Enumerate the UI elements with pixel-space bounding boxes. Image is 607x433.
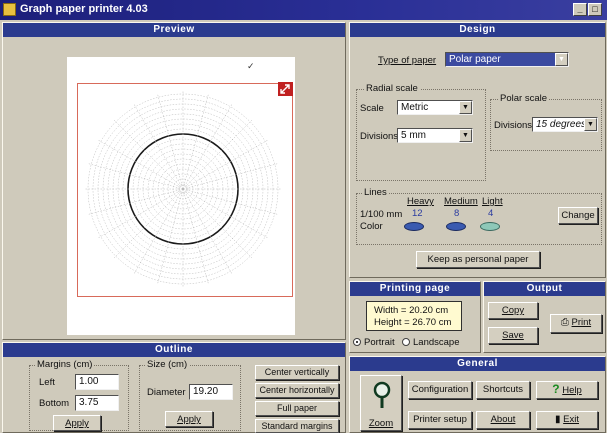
configuration-button[interactable]: Configuration — [408, 381, 472, 399]
page-width: Width = 20.20 cm — [374, 305, 449, 316]
light-color-swatch[interactable] — [480, 222, 500, 231]
exit-button[interactable]: ▮ Exit — [536, 411, 598, 429]
polar-grid-preview — [85, 91, 281, 287]
app-icon — [3, 3, 16, 16]
heavy-value[interactable]: 12 — [412, 208, 423, 219]
polar-divisions-select[interactable]: 15 degrees ▼ — [532, 117, 598, 132]
zoom-button[interactable]: Zoom — [360, 375, 402, 431]
copy-button[interactable]: Copy — [488, 302, 538, 319]
type-of-paper-label: Type of paper — [378, 55, 437, 66]
maximize-button[interactable]: □ — [588, 3, 602, 16]
preview-panel: Preview ✓ — [2, 22, 346, 340]
bottom-margin-input[interactable]: 3.75 — [75, 395, 119, 411]
standard-margins-button[interactable]: Standard margins — [255, 419, 339, 433]
magnifier-icon — [373, 381, 391, 408]
margins-label: Margins (cm) — [35, 359, 95, 370]
medium-color-swatch[interactable] — [446, 222, 466, 231]
output-panel: Output Copy Save ⎙ Print — [483, 281, 606, 353]
printer-icon: ⎙ — [560, 317, 569, 328]
chevron-down-icon: ▼ — [584, 118, 597, 131]
paper-type-select[interactable]: Polar paper ▼ — [445, 52, 569, 67]
light-label: Light — [482, 196, 503, 207]
chevron-down-icon: ▼ — [459, 129, 472, 142]
bottom-margin-label: Bottom — [39, 398, 70, 409]
printing-page-panel: Printing page Width = 20.20 cm Height = … — [349, 281, 481, 353]
general-panel: General Zoom Configuration Shortcuts ? H… — [349, 356, 606, 433]
heavy-label: Heavy — [407, 196, 434, 207]
design-panel: Design Type of paper Polar paper ▼ Radia… — [349, 22, 606, 278]
scale-select[interactable]: Metric ▼ — [397, 100, 473, 115]
center-vertically-button[interactable]: Center vertically — [255, 365, 339, 380]
chevron-down-icon: ▼ — [555, 53, 568, 66]
general-header: General — [350, 357, 605, 371]
apply-margins-button[interactable]: Apply — [53, 415, 101, 431]
polar-divisions-label: Divisions — [494, 120, 533, 131]
color-label: Color — [360, 221, 383, 232]
print-button[interactable]: ⎙ Print — [550, 314, 602, 333]
about-button[interactable]: About — [476, 411, 530, 429]
outline-panel: Outline Margins (cm) Left 1.00 Bottom 3.… — [2, 342, 346, 433]
apply-size-button[interactable]: Apply — [165, 411, 213, 427]
preview-mark: ✓ — [247, 61, 255, 71]
size-label: Size (cm) — [145, 359, 190, 370]
question-icon: ? — [552, 382, 560, 396]
radial-divisions-select[interactable]: 5 mm ▼ — [397, 128, 473, 143]
page-size-box: Width = 20.20 cm Height = 26.70 cm — [366, 301, 462, 331]
light-value[interactable]: 4 — [488, 208, 493, 219]
landscape-label: Landscape — [413, 337, 460, 348]
preview-sheet: ✓ — [67, 57, 295, 335]
center-horizontally-button[interactable]: Center horizontally — [255, 383, 339, 398]
diameter-input[interactable]: 19.20 — [189, 384, 233, 400]
save-button[interactable]: Save — [488, 327, 538, 344]
output-header: Output — [484, 282, 605, 296]
keep-personal-paper-button[interactable]: Keep as personal paper — [416, 251, 540, 268]
change-button[interactable]: Change — [558, 207, 598, 224]
design-header: Design — [350, 23, 605, 37]
full-paper-button[interactable]: Full paper — [255, 401, 339, 416]
medium-value[interactable]: 8 — [454, 208, 459, 219]
help-button[interactable]: ? Help — [536, 381, 598, 399]
landscape-radio[interactable] — [402, 338, 410, 346]
radial-divisions-label: Divisions — [360, 131, 399, 142]
heavy-color-swatch[interactable] — [404, 222, 424, 231]
printer-setup-button[interactable]: Printer setup — [408, 411, 472, 429]
outline-header: Outline — [3, 343, 345, 357]
page-height: Height = 26.70 cm — [374, 317, 452, 328]
lines-label: Lines — [362, 187, 389, 198]
diameter-label: Diameter — [147, 387, 186, 398]
chevron-down-icon: ▼ — [459, 101, 472, 114]
portrait-label: Portrait — [364, 337, 395, 348]
thickness-label: 1/100 mm — [360, 209, 403, 220]
portrait-radio[interactable] — [353, 338, 361, 346]
minimize-button[interactable]: _ — [573, 3, 587, 16]
printing-page-header: Printing page — [350, 282, 480, 296]
medium-label: Medium — [444, 196, 478, 207]
left-margin-label: Left — [39, 377, 55, 388]
exit-door-icon: ▮ — [555, 414, 561, 425]
title-bar: Graph paper printer 4.03 _ □ — [0, 0, 607, 20]
radial-scale-label: Radial scale — [364, 83, 420, 94]
preview-header: Preview — [3, 23, 345, 37]
window-title: Graph paper printer 4.03 — [20, 3, 148, 15]
left-margin-input[interactable]: 1.00 — [75, 374, 119, 390]
shortcuts-button[interactable]: Shortcuts — [476, 381, 530, 399]
scale-label: Scale — [360, 103, 384, 114]
polar-scale-label: Polar scale — [498, 93, 549, 104]
